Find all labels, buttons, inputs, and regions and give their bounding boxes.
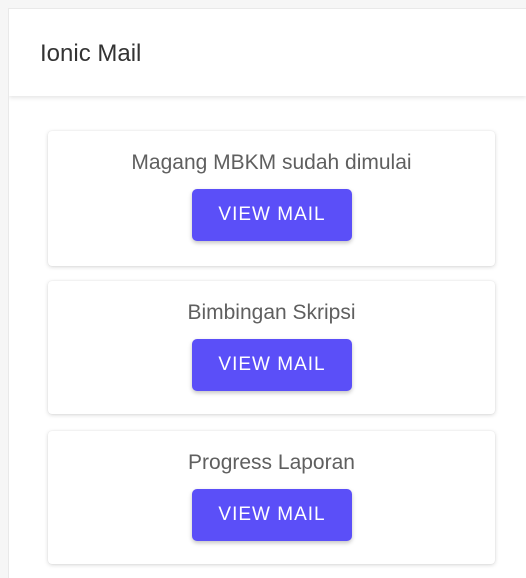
view-mail-button[interactable]: VIEW MAIL [192, 339, 352, 391]
app-toolbar: Ionic Mail [9, 9, 526, 96]
app-window: Ionic Mail Magang MBKM sudah dimulai VIE… [8, 8, 526, 578]
mail-card: Progress Laporan VIEW MAIL [48, 431, 495, 564]
view-mail-button[interactable]: VIEW MAIL [192, 189, 352, 241]
page-title: Ionic Mail [40, 40, 142, 67]
ionic-app: Ionic Mail Magang MBKM sudah dimulai VIE… [0, 0, 526, 578]
mail-subject: Bimbingan Skripsi [187, 301, 356, 324]
mail-subject: Magang MBKM sudah dimulai [131, 151, 412, 174]
mail-card: Magang MBKM sudah dimulai VIEW MAIL [48, 131, 495, 266]
mail-list: Magang MBKM sudah dimulai VIEW MAIL Bimb… [9, 96, 526, 578]
view-mail-button[interactable]: VIEW MAIL [192, 489, 352, 541]
mail-subject: Progress Laporan [188, 451, 355, 474]
mail-card: Bimbingan Skripsi VIEW MAIL [48, 281, 495, 414]
